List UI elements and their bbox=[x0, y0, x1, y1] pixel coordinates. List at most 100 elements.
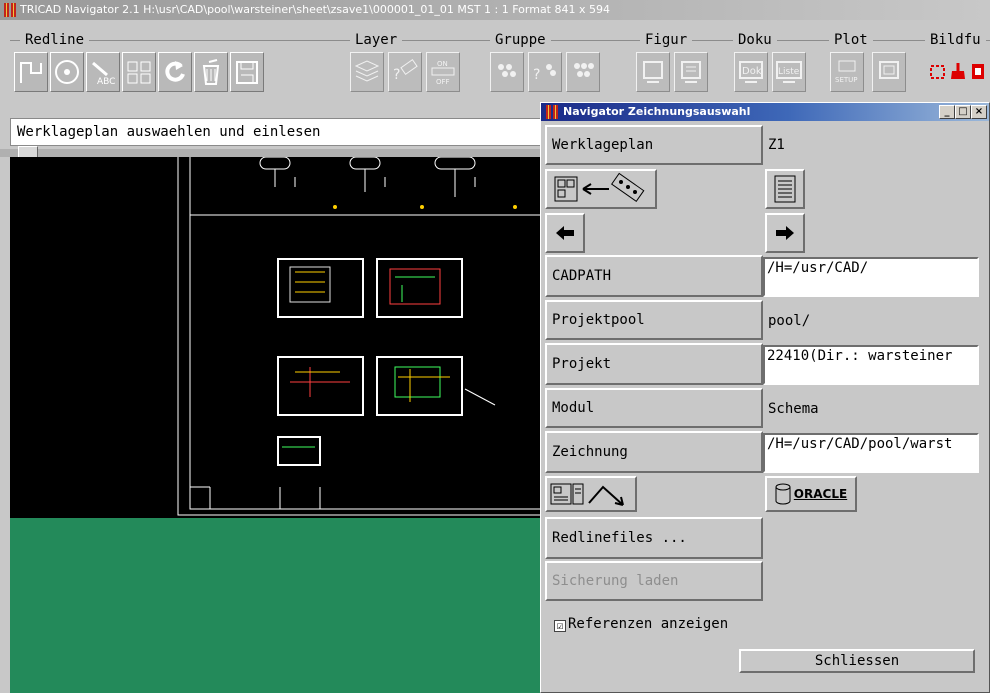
group-query-icon: ? bbox=[533, 64, 556, 83]
sicherung-laden-button[interactable]: Sicherung laden bbox=[545, 561, 763, 601]
svg-text:ON: ON bbox=[437, 60, 448, 68]
svg-text:?: ? bbox=[393, 67, 400, 83]
circle-icon bbox=[55, 60, 79, 84]
projektpool-value: pool/ bbox=[768, 313, 811, 329]
redlinefiles-button[interactable]: Redlinefiles ... bbox=[545, 517, 763, 559]
tricad-logo-icon bbox=[3, 3, 17, 17]
svg-text:?: ? bbox=[533, 67, 540, 83]
sheet-thumbnail-5 bbox=[277, 436, 321, 466]
sheet-thumbnail-3 bbox=[277, 356, 364, 416]
maximize-button[interactable]: □ bbox=[955, 105, 971, 119]
group-label-doku: Doku bbox=[733, 32, 777, 48]
mirror-icon bbox=[127, 61, 151, 84]
plot-preview-icon bbox=[879, 61, 899, 79]
list-view-button[interactable] bbox=[765, 169, 805, 209]
cadpath-field[interactable]: /H=/usr/CAD/ bbox=[763, 257, 979, 297]
oracle-button[interactable]: ORACLE bbox=[765, 476, 857, 512]
polyline-icon bbox=[20, 62, 42, 83]
sheet-thumbnail-1 bbox=[277, 258, 364, 318]
werklageplan-button[interactable]: Werklageplan bbox=[545, 125, 763, 165]
app-title: TRICAD Navigator 2.1 H:\usr\CAD\pool\war… bbox=[20, 3, 610, 16]
plot-setup-icon: SETUP bbox=[835, 60, 858, 84]
minimize-button[interactable]: _ bbox=[939, 105, 955, 119]
group-label-layer: Layer bbox=[350, 32, 403, 48]
layer-select-button[interactable] bbox=[350, 52, 384, 92]
figure-monitor-icon bbox=[643, 61, 663, 83]
red-tool-button[interactable] bbox=[968, 52, 988, 92]
undo-icon bbox=[165, 61, 185, 82]
referenzen-checkbox[interactable]: ☑ bbox=[554, 620, 566, 632]
dialog-title-bar[interactable]: Navigator Zeichnungsauswahl _ □ × bbox=[541, 103, 989, 121]
brush-icon bbox=[951, 63, 965, 79]
figure-list-icon bbox=[681, 61, 701, 83]
zoom-window-icon bbox=[930, 65, 945, 79]
redline-delete-button[interactable] bbox=[194, 52, 228, 92]
on-off-icon: ON OFF bbox=[431, 60, 455, 86]
canvas-scrollbar[interactable] bbox=[0, 149, 540, 157]
layer-query-button[interactable]: ? bbox=[388, 52, 422, 92]
schliessen-button[interactable]: Schliessen bbox=[739, 649, 975, 673]
list-icon bbox=[774, 175, 796, 203]
cad-drawing bbox=[177, 157, 540, 516]
sheet-thumbnail-4 bbox=[376, 356, 463, 416]
next-button[interactable] bbox=[765, 213, 805, 253]
plot-setup-button[interactable]: SETUP bbox=[830, 52, 864, 92]
zoom-window-button[interactable] bbox=[928, 52, 948, 92]
close-button[interactable]: × bbox=[971, 105, 987, 119]
figur-display-button[interactable] bbox=[636, 52, 670, 92]
redline-text-button[interactable]: ABC bbox=[86, 52, 120, 92]
drawing-preview-button[interactable] bbox=[545, 476, 637, 512]
drawing-preview-icon bbox=[550, 483, 624, 506]
layer-on-off-button[interactable]: ON OFF bbox=[426, 52, 460, 92]
zeichnung-field[interactable]: /H=/usr/CAD/pool/warst bbox=[763, 433, 979, 473]
group-icon bbox=[498, 64, 516, 77]
projekt-button[interactable]: Projekt bbox=[545, 343, 763, 385]
arrow-right-icon bbox=[776, 226, 794, 240]
modul-button[interactable]: Modul bbox=[545, 388, 763, 428]
arrow-left-icon bbox=[556, 226, 574, 240]
group-label-gruppe: Gruppe bbox=[490, 32, 551, 48]
plot-preview-button[interactable] bbox=[872, 52, 906, 92]
redline-undo-button[interactable] bbox=[158, 52, 192, 92]
redline-save-button[interactable] bbox=[230, 52, 264, 92]
layers-icon bbox=[354, 60, 380, 82]
select-from-plan-button[interactable] bbox=[545, 169, 657, 209]
oracle-label: ORACLE bbox=[793, 487, 848, 501]
layer-query-icon: ? bbox=[393, 59, 418, 83]
database-icon bbox=[775, 483, 791, 505]
brush-button[interactable] bbox=[948, 52, 968, 92]
tricad-logo-icon bbox=[545, 105, 559, 119]
redline-mirror-button[interactable] bbox=[122, 52, 156, 92]
svg-text:Liste: Liste bbox=[778, 67, 800, 77]
redline-circle-button[interactable] bbox=[50, 52, 84, 92]
group-label-figur: Figur bbox=[640, 32, 693, 48]
redline-polyline-button[interactable] bbox=[14, 52, 48, 92]
liste-icon: Liste bbox=[776, 61, 802, 83]
group-select-icon bbox=[574, 63, 594, 77]
svg-text:ABC: ABC bbox=[97, 77, 115, 87]
save-icon bbox=[236, 61, 258, 84]
zeichnung-button[interactable]: Zeichnung bbox=[545, 431, 763, 473]
trash-icon bbox=[202, 59, 220, 85]
svg-text:Dok: Dok bbox=[742, 66, 762, 77]
group-label-bildfu: Bildfu bbox=[925, 32, 986, 48]
dialog-title: Navigator Zeichnungsauswahl bbox=[563, 105, 751, 118]
group-label-plot: Plot bbox=[829, 32, 873, 48]
svg-text:SETUP: SETUP bbox=[835, 76, 858, 84]
previous-button[interactable] bbox=[545, 213, 585, 253]
cadpath-button[interactable]: CADPATH bbox=[545, 255, 763, 297]
doku-button[interactable]: Dok bbox=[734, 52, 768, 92]
gruppe-select-all-button[interactable] bbox=[566, 52, 600, 92]
text-abc-icon: ABC bbox=[92, 61, 115, 87]
projektpool-button[interactable]: Projektpool bbox=[545, 300, 763, 340]
doku-liste-button[interactable]: Liste bbox=[772, 52, 806, 92]
projekt-field[interactable]: 22410(Dir.: warsteiner bbox=[763, 345, 979, 385]
red-tool-icon bbox=[972, 64, 984, 79]
gruppe-query-button[interactable]: ? bbox=[528, 52, 562, 92]
drawing-canvas[interactable] bbox=[10, 157, 540, 518]
viewport-background bbox=[10, 518, 540, 693]
navigator-dialog: Navigator Zeichnungsauswahl _ □ × Werkla… bbox=[540, 102, 990, 693]
werklageplan-value: Z1 bbox=[768, 137, 785, 153]
gruppe-select-button[interactable] bbox=[490, 52, 524, 92]
figur-list-button[interactable] bbox=[674, 52, 708, 92]
